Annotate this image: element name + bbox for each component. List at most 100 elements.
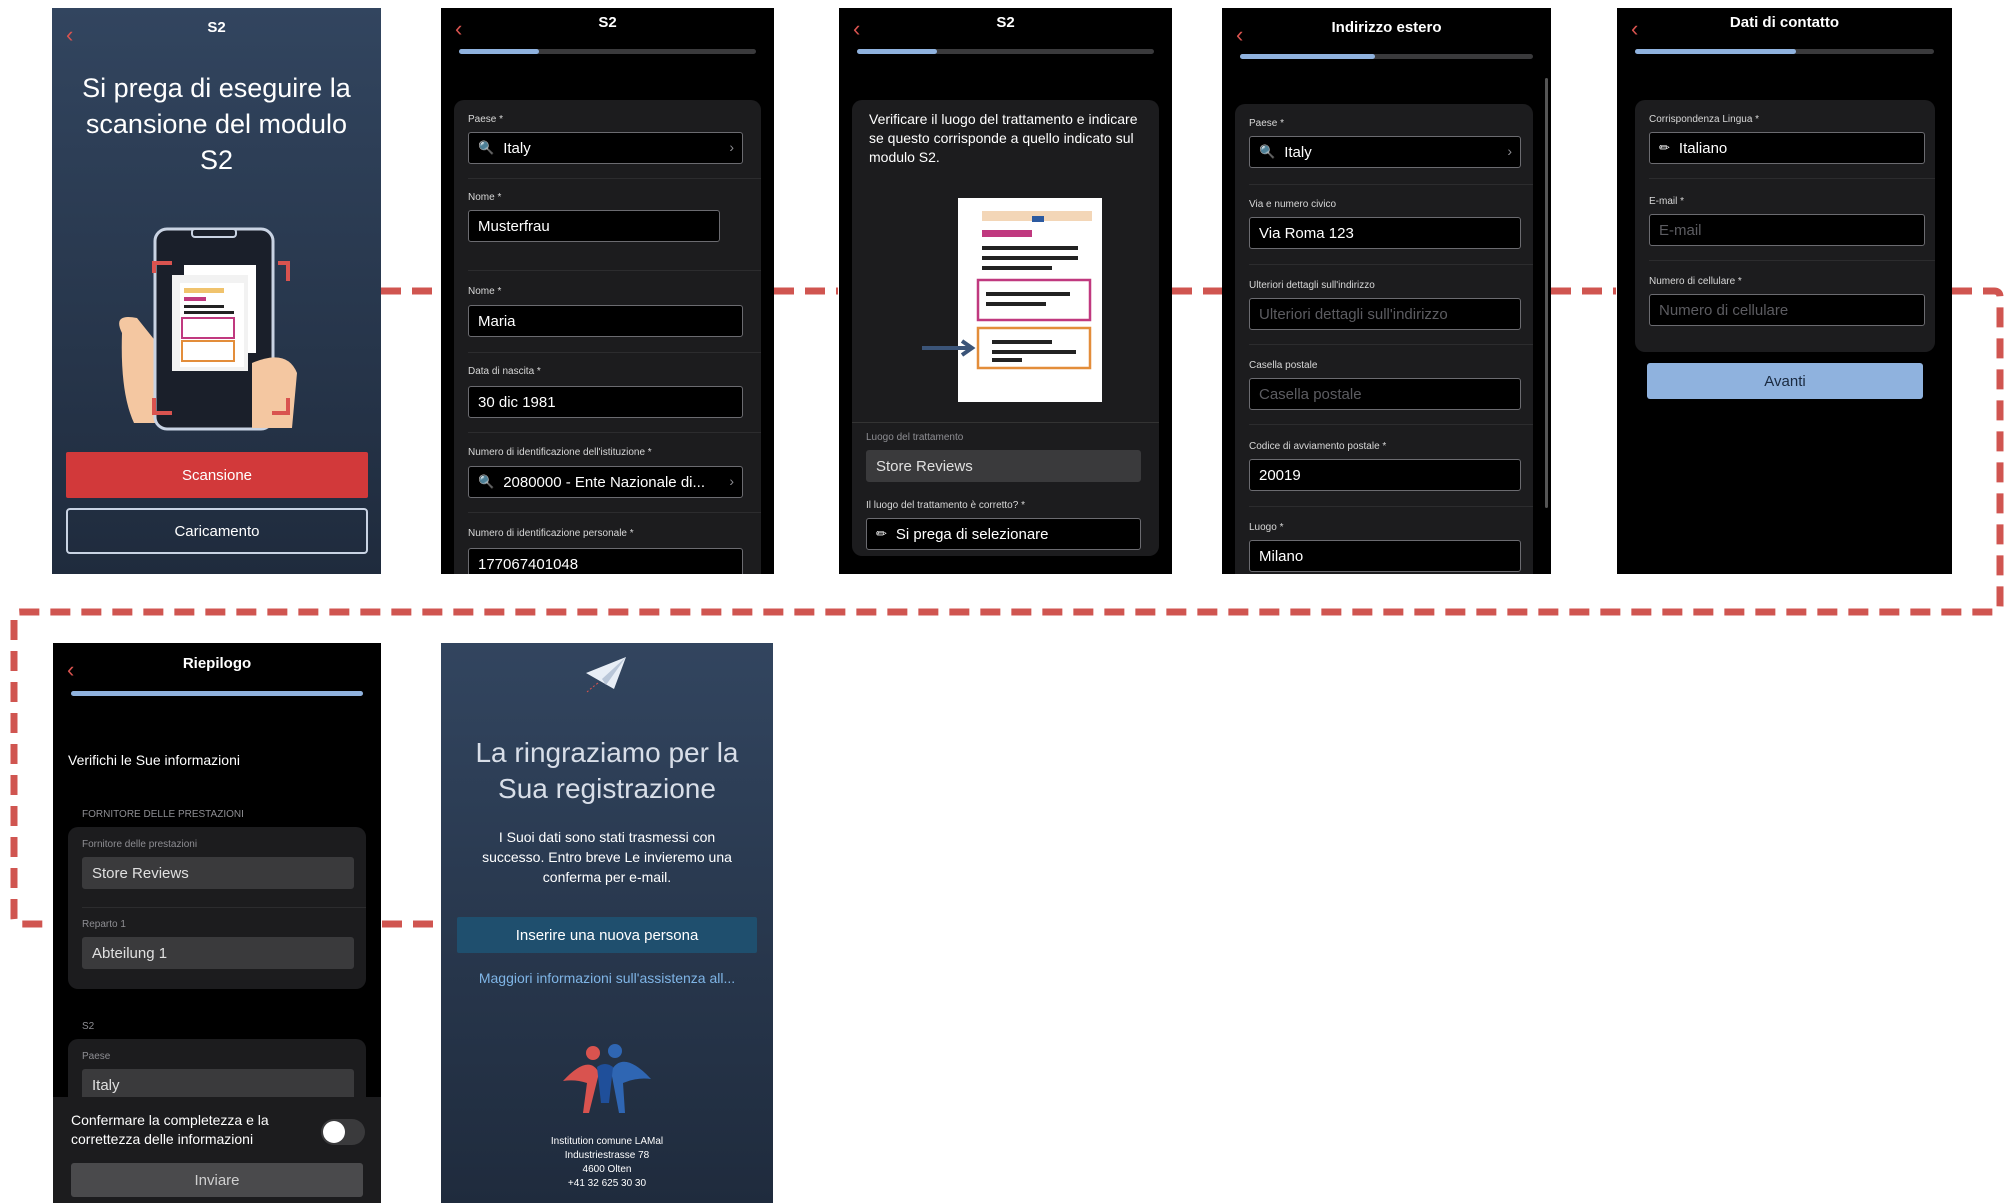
street-field[interactable]: Via Roma 123: [1249, 217, 1521, 249]
chevron-right-icon: ›: [1507, 143, 1512, 159]
progress-fill: [857, 49, 938, 54]
summary-heading: Verifichi le Sue informazioni: [68, 752, 240, 768]
country-label: Paese *: [468, 114, 504, 125]
phone-scan-illustration: [119, 227, 297, 431]
correct-value: Si prega di selezionare: [895, 525, 1049, 543]
progress-bar: [1240, 54, 1533, 59]
city-label: Luogo *: [1249, 522, 1284, 533]
firstname-field[interactable]: Maria: [468, 305, 743, 337]
scan-screen: ‹ S2 Si prega di eseguire la scansione d…: [52, 8, 381, 574]
confirm-panel: Confermare la completezza e la correttez…: [53, 1097, 381, 1203]
pobox-field[interactable]: Casella postale: [1249, 378, 1521, 410]
zip-field[interactable]: 20019: [1249, 459, 1521, 491]
details-label: Ulteriori dettagli sull'indirizzo: [1249, 280, 1375, 291]
provider-card: Fornitore delle prestazioni Store Review…: [68, 827, 366, 989]
country-value: Italy: [503, 139, 531, 157]
country-field[interactable]: 🔍 Italy ›: [1249, 136, 1521, 168]
chevron-right-icon: ›: [729, 473, 734, 489]
divider: [468, 432, 761, 433]
details-field[interactable]: Ulteriori dettagli sull'indirizzo: [1249, 298, 1521, 330]
screen-title: S2: [996, 14, 1015, 31]
progress-fill: [459, 49, 540, 54]
dept-label: Reparto 1: [82, 919, 126, 930]
dob-field[interactable]: 30 dic 1981: [468, 386, 743, 418]
city-field[interactable]: Milano: [1249, 540, 1521, 572]
search-icon: 🔍: [478, 474, 495, 489]
firstname-label: Nome *: [468, 286, 502, 297]
pobox-label: Casella postale: [1249, 360, 1318, 371]
personal-form-card: Paese * 🔍 Italy › Nome * Musterfrau Nome *…: [454, 100, 761, 574]
screen-title: S2: [207, 19, 226, 36]
dob-label: Data di nascita *: [468, 366, 541, 377]
screen-title: Riepilogo: [182, 655, 252, 672]
provider-section-title: FORNITORE DELLE PRESTAZIONI: [82, 809, 244, 820]
zip-label: Codice di avviamento postale *: [1249, 441, 1387, 452]
address-form-card: Paese * 🔍 Italy › Via e numero civico Via …: [1235, 104, 1533, 574]
divider: [468, 512, 761, 513]
confirm-toggle[interactable]: [321, 1119, 365, 1145]
divider: [1649, 260, 1935, 261]
scan-button[interactable]: Scansione: [66, 452, 368, 498]
dept-field: Abteilung 1: [82, 937, 354, 969]
country-field[interactable]: 🔍 Italy ›: [468, 132, 743, 164]
thank-you-screen: La ringraziamo per la Sua registrazione …: [441, 643, 773, 1203]
new-person-button[interactable]: Inserire una nuova persona: [457, 917, 757, 953]
divider: [468, 178, 761, 179]
foreign-address-screen: ‹ Indirizzo estero Paese * 🔍 Italy › Via e…: [1222, 8, 1551, 574]
correct-label: Il luogo del trattamento è corretto? *: [866, 500, 1025, 511]
organization-logo: [563, 1044, 651, 1113]
personal-id-field[interactable]: 177067401048: [468, 548, 743, 574]
org-street: Industriestrasse 78: [564, 1150, 650, 1161]
screen-title: Indirizzo estero: [1331, 19, 1442, 36]
search-icon: 🔍: [478, 140, 495, 155]
confirm-text: Confermare la completezza e la correttez…: [71, 1112, 269, 1147]
more-info-link[interactable]: Maggiori informazioni sull'assistenza al…: [441, 970, 773, 986]
divider: [1249, 264, 1533, 265]
institution-label: Numero di identificazione dell'istituzio…: [468, 447, 652, 458]
send-button[interactable]: Inviare: [71, 1163, 363, 1197]
next-button[interactable]: Avanti: [1647, 363, 1923, 399]
search-icon: 🔍: [1259, 144, 1276, 159]
progress-bar: [1635, 49, 1934, 54]
treatment-instruction: Verificare il luogo del trattamento e in…: [869, 111, 1138, 165]
divider: [82, 907, 366, 908]
country-label: Paese *: [1249, 118, 1285, 129]
provider-label: Fornitore delle prestazioni: [82, 839, 198, 850]
scrollbar[interactable]: [1545, 78, 1548, 508]
phone-field[interactable]: Numero di cellulare: [1649, 294, 1925, 326]
personal-id-label: Numero di identificazione personale *: [468, 528, 634, 539]
divider: [852, 422, 1159, 423]
org-phone: +41 32 625 30 30: [567, 1178, 647, 1189]
divider: [1649, 178, 1935, 179]
institution-value: 2080000 - Ente Nazionale di...: [503, 473, 705, 491]
thanks-heading: La ringraziamo per la Sua registrazione: [475, 737, 739, 804]
s2-section-title: S2: [82, 1021, 95, 1032]
language-label: Corrispondenza Lingua *: [1649, 114, 1760, 125]
lastname-field[interactable]: Musterfrau: [468, 210, 720, 242]
personal-data-screen: ‹ S2 Paese * 🔍 Italy › Nome * Musterfrau N…: [441, 8, 774, 574]
pencil-icon: ✏: [876, 526, 887, 541]
country-value: Italy: [1284, 143, 1312, 161]
correct-select[interactable]: ✏ Si prega di selezionare: [866, 518, 1141, 550]
lastname-label: Nome *: [468, 192, 502, 203]
divider: [1249, 184, 1533, 185]
scan-heading: Si prega di eseguire la scansione del mo…: [82, 73, 351, 175]
language-field[interactable]: ✏ Italiano: [1649, 132, 1925, 164]
place-field: Store Reviews: [866, 450, 1141, 482]
upload-button[interactable]: Caricamento: [66, 508, 368, 554]
email-field[interactable]: E-mail: [1649, 214, 1925, 246]
chevron-right-icon: ›: [729, 139, 734, 155]
divider: [1249, 506, 1533, 507]
toggle-knob: [323, 1121, 345, 1143]
contact-screen: ‹ Dati di contatto Corrispondenza Lingua…: [1617, 8, 1952, 574]
screen-title: S2: [598, 14, 617, 31]
progress-fill: [1240, 54, 1375, 59]
phone-label: Numero di cellulare *: [1649, 276, 1742, 287]
progress-bar: [857, 49, 1154, 54]
summary-screen: ‹ Riepilogo Verifichi le Sue informazion…: [53, 643, 381, 1203]
document-illustration: [922, 198, 1102, 402]
treatment-place-screen: ‹ S2 Verificare il luogo del trattamento…: [839, 8, 1172, 574]
provider-field: Store Reviews: [82, 857, 354, 889]
language-value: Italiano: [1678, 139, 1728, 157]
institution-field[interactable]: 🔍 2080000 - Ente Nazionale di... ›: [468, 466, 743, 498]
